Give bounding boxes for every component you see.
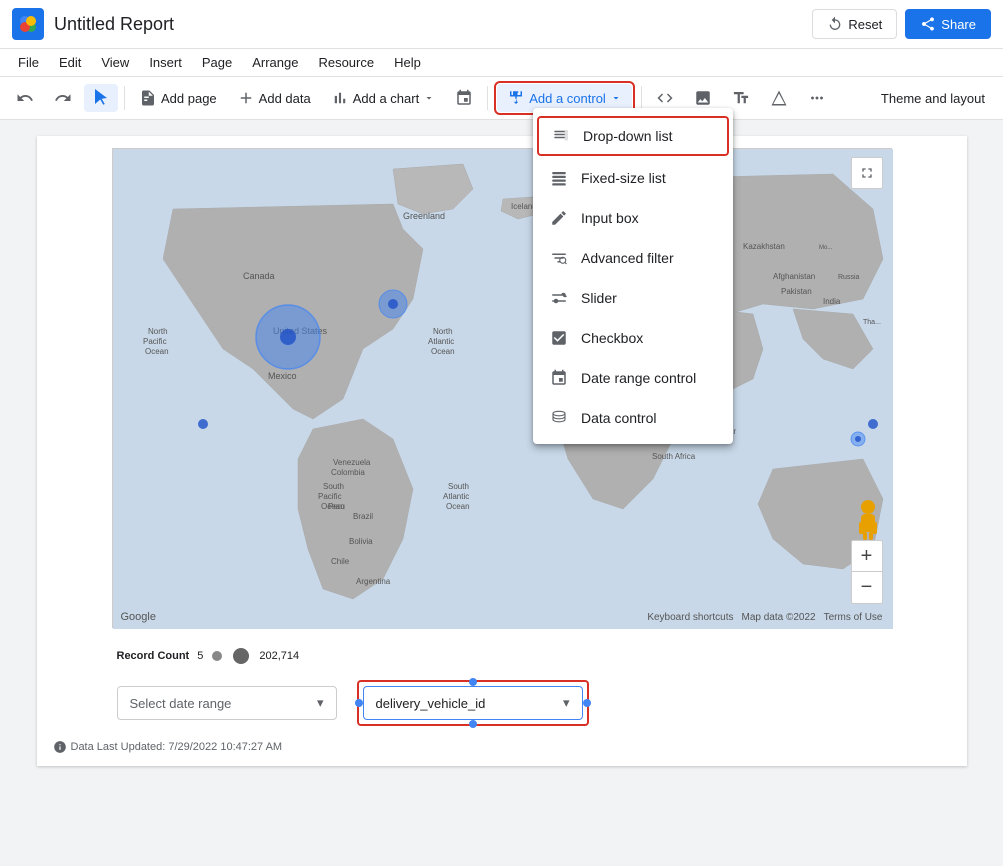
- canvas-area: Canada United States Mexico North Pacifi…: [0, 120, 1003, 782]
- checkbox-icon: [549, 328, 569, 348]
- menu-insert[interactable]: Insert: [139, 51, 192, 74]
- bottom-controls: Select date range ▾ delivery_vehicle_id …: [37, 672, 967, 734]
- svg-text:Pacific: Pacific: [143, 337, 167, 346]
- svg-text:Atlantic: Atlantic: [428, 337, 454, 346]
- svg-text:Canada: Canada: [243, 271, 275, 281]
- add-data-button[interactable]: Add data: [229, 84, 319, 112]
- menu-arrange[interactable]: Arrange: [242, 51, 308, 74]
- map-container: Canada United States Mexico North Pacifi…: [112, 148, 892, 628]
- dropdown-list-icon: [551, 126, 571, 146]
- data-control-icon: [549, 408, 569, 428]
- svg-text:Bolivia: Bolivia: [349, 537, 373, 546]
- theme-layout-button[interactable]: Theme and layout: [871, 86, 995, 111]
- svg-text:North: North: [148, 327, 168, 336]
- pegman-icon[interactable]: [855, 500, 881, 542]
- select-tool-button[interactable]: [84, 84, 118, 112]
- calendar-icon: [549, 368, 569, 388]
- svg-text:India: India: [823, 297, 841, 306]
- fixed-size-list-icon: [549, 168, 569, 188]
- control-dropdown-menu: Drop-down list Fixed-size list Input box…: [533, 108, 733, 444]
- advanced-filter-item[interactable]: Advanced filter: [533, 238, 733, 278]
- toolbar-separator-3: [641, 86, 642, 110]
- svg-text:Atlantic: Atlantic: [443, 492, 469, 501]
- vehicle-dropdown-arrow: ▾: [563, 695, 570, 711]
- vehicle-control-selection: delivery_vehicle_id ▾: [357, 680, 589, 726]
- add-page-button[interactable]: Add page: [131, 84, 225, 112]
- map-expand-button[interactable]: [851, 157, 883, 189]
- share-button[interactable]: Share: [905, 9, 991, 39]
- svg-text:Pacific: Pacific: [318, 492, 342, 501]
- handle-right: [583, 699, 591, 707]
- report-page: Canada United States Mexico North Pacifi…: [37, 136, 967, 766]
- undo-button[interactable]: [8, 84, 42, 112]
- svg-text:Kazakhstan: Kazakhstan: [743, 242, 785, 251]
- slider-item[interactable]: Slider: [533, 278, 733, 318]
- svg-text:Argentina: Argentina: [356, 577, 391, 586]
- handle-bottom: [469, 720, 477, 728]
- menu-help[interactable]: Help: [384, 51, 431, 74]
- handle-left: [355, 699, 363, 707]
- redo-button[interactable]: [46, 84, 80, 112]
- toolbar-separator-2: [487, 86, 488, 110]
- report-title: Untitled Report: [54, 14, 812, 35]
- slider-icon: [549, 288, 569, 308]
- toolbar-separator-1: [124, 86, 125, 110]
- add-chart-button[interactable]: Add a chart: [323, 84, 444, 112]
- advanced-filter-icon: [549, 248, 569, 268]
- map-footer: Keyboard shortcuts Map data ©2022 Terms …: [647, 612, 882, 623]
- date-range-arrow: ▾: [317, 695, 324, 711]
- record-count-legend: Record Count 5 202,714: [37, 640, 967, 672]
- app-logo: [12, 8, 44, 40]
- menu-bar: File Edit View Insert Page Arrange Resou…: [0, 49, 1003, 77]
- zoom-out-button[interactable]: −: [851, 572, 883, 604]
- svg-text:Mexico: Mexico: [268, 371, 297, 381]
- svg-text:South: South: [323, 482, 344, 491]
- menu-edit[interactable]: Edit: [49, 51, 91, 74]
- svg-text:Venezuela: Venezuela: [333, 458, 371, 467]
- fixed-size-list-item[interactable]: Fixed-size list: [533, 158, 733, 198]
- svg-text:South Africa: South Africa: [652, 452, 696, 461]
- handle-top: [469, 678, 477, 686]
- menu-file[interactable]: File: [8, 51, 49, 74]
- svg-text:Colombia: Colombia: [331, 468, 365, 477]
- svg-text:Pakistan: Pakistan: [781, 287, 812, 296]
- title-bar: Untitled Report Reset Share: [0, 0, 1003, 49]
- title-bar-actions: Reset Share: [812, 9, 991, 39]
- reset-button[interactable]: Reset: [812, 9, 897, 39]
- svg-text:Russia: Russia: [838, 274, 860, 281]
- menu-view[interactable]: View: [91, 51, 139, 74]
- menu-resource[interactable]: Resource: [308, 51, 384, 74]
- svg-text:Brazil: Brazil: [353, 512, 373, 521]
- zoom-in-button[interactable]: +: [851, 540, 883, 572]
- checkbox-item[interactable]: Checkbox: [533, 318, 733, 358]
- date-range-control[interactable]: Select date range ▾: [117, 686, 337, 720]
- svg-text:North: North: [433, 327, 453, 336]
- dropdown-list-item[interactable]: Drop-down list: [537, 116, 729, 156]
- svg-text:Mo...: Mo...: [819, 245, 833, 251]
- svg-text:Chile: Chile: [331, 557, 350, 566]
- vehicle-id-control[interactable]: delivery_vehicle_id ▾: [363, 686, 583, 720]
- svg-text:Afghanistan: Afghanistan: [773, 272, 815, 281]
- svg-text:Ocean: Ocean: [446, 502, 470, 511]
- google-attribution: Google: [121, 611, 156, 623]
- more-button[interactable]: [800, 84, 834, 112]
- data-control-item[interactable]: Data control: [533, 398, 733, 438]
- menu-page[interactable]: Page: [192, 51, 242, 74]
- shape-button[interactable]: [762, 84, 796, 112]
- vehicle-control-outer: delivery_vehicle_id ▾: [357, 680, 589, 726]
- svg-text:South: South: [448, 482, 469, 491]
- svg-text:Tha...: Tha...: [863, 319, 881, 326]
- input-box-icon: [549, 208, 569, 228]
- world-map-svg: Canada United States Mexico North Pacifi…: [113, 149, 893, 629]
- svg-text:Peru: Peru: [328, 502, 345, 511]
- input-box-item[interactable]: Input box: [533, 198, 733, 238]
- connect-data-button[interactable]: [447, 84, 481, 112]
- toolbar: Add page Add data Add a chart Add a cont…: [0, 77, 1003, 120]
- svg-text:Ocean: Ocean: [431, 347, 455, 356]
- svg-text:Greenland: Greenland: [403, 211, 445, 221]
- data-footer: Data Last Updated: 7/29/2022 10:47:27 AM: [37, 734, 967, 760]
- svg-text:Ocean: Ocean: [145, 347, 169, 356]
- date-range-item[interactable]: Date range control: [533, 358, 733, 398]
